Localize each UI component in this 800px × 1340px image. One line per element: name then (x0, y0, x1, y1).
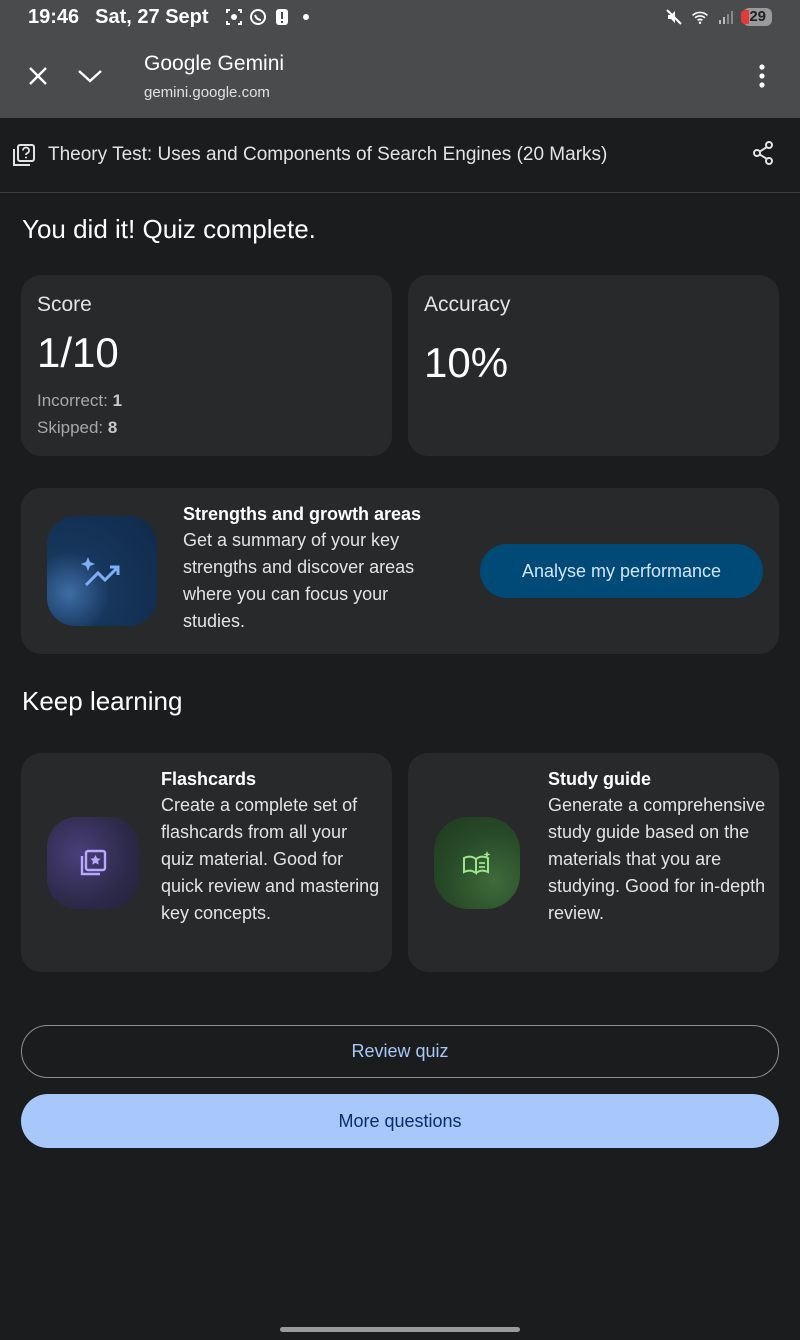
signal-icon (717, 8, 735, 26)
home-indicator[interactable] (280, 1327, 520, 1332)
trending-up-sparkle-icon (81, 557, 120, 587)
whatsapp-icon (249, 8, 267, 26)
notification-icons (225, 8, 315, 26)
quiz-title-row: Theory Test: Uses and Components of Sear… (0, 118, 800, 193)
accuracy-label: Accuracy (424, 293, 511, 316)
study-guide-title: Study guide (548, 769, 651, 789)
accuracy-card: Accuracy 10% (408, 275, 779, 456)
score-label: Score (37, 293, 92, 316)
score-value: 1/10 (37, 329, 119, 376)
book-sparkle-icon (463, 851, 491, 875)
share-icon (753, 140, 773, 165)
quiz-complete-heading: You did it! Quiz complete. (22, 214, 316, 244)
incorrect-value: 1 (112, 391, 123, 410)
study-guide-body: Generate a comprehensive study guide bas… (548, 795, 766, 923)
study-guide-card[interactable]: Study guide Generate a comprehensive stu… (408, 753, 779, 972)
performance-card: Strengths and growth areas Get a summary… (21, 488, 779, 654)
flashcards-icon (80, 849, 107, 876)
chevron-down-icon (78, 70, 102, 83)
score-card: Score 1/10 Incorrect: 1 Skipped: 8 (21, 275, 392, 456)
flashcards-card[interactable]: Flashcards Create a complete set of flas… (21, 753, 392, 972)
flashcards-body: Create a complete set of flashcards from… (161, 795, 380, 923)
incorrect-row: Incorrect: 1 (37, 387, 376, 414)
analyse-performance-button[interactable]: Analyse my performance (480, 544, 763, 598)
wifi-icon (691, 8, 709, 26)
status-bar: 19:46 Sat, 27 Sept 29 (0, 0, 800, 34)
browser-url: gemini.google.com (144, 83, 270, 101)
more-options-button[interactable] (736, 50, 788, 102)
quiz-icon (13, 144, 35, 166)
more-vert-icon (759, 64, 765, 88)
minimize-button[interactable] (64, 50, 116, 102)
skipped-value: 8 (107, 418, 118, 437)
close-icon (29, 67, 47, 85)
study-guide-illustration (434, 817, 520, 909)
battery-indicator: 29 (741, 8, 772, 26)
dot-icon (297, 8, 315, 26)
browser-toolbar: Google Gemini gemini.google.com (0, 34, 800, 118)
flashcards-title: Flashcards (161, 769, 257, 789)
skipped-row: Skipped: 8 (37, 414, 376, 441)
status-time: 19:46 (28, 5, 80, 28)
more-questions-button[interactable]: More questions (21, 1094, 779, 1148)
flashcards-illustration (47, 817, 139, 909)
skipped-label: Skipped: (37, 418, 104, 437)
accuracy-value: 10% (424, 339, 509, 386)
incorrect-label: Incorrect: (37, 391, 108, 410)
performance-title: Strengths and growth areas (183, 504, 422, 524)
performance-body: Get a summary of your key strengths and … (183, 530, 415, 631)
alert-icon (273, 8, 291, 26)
quiz-title: Theory Test: Uses and Components of Sear… (48, 144, 608, 165)
review-quiz-button[interactable]: Review quiz (21, 1025, 779, 1078)
performance-illustration (47, 516, 157, 626)
keep-learning-heading: Keep learning (22, 686, 183, 716)
browser-titles: Google Gemini gemini.google.com (144, 52, 284, 101)
screenshot-icon (225, 8, 243, 26)
share-button[interactable] (752, 140, 774, 170)
browser-title: Google Gemini (144, 51, 285, 75)
close-button[interactable] (12, 50, 64, 102)
status-date: Sat, 27 Sept (95, 5, 209, 28)
mute-icon (665, 8, 683, 26)
